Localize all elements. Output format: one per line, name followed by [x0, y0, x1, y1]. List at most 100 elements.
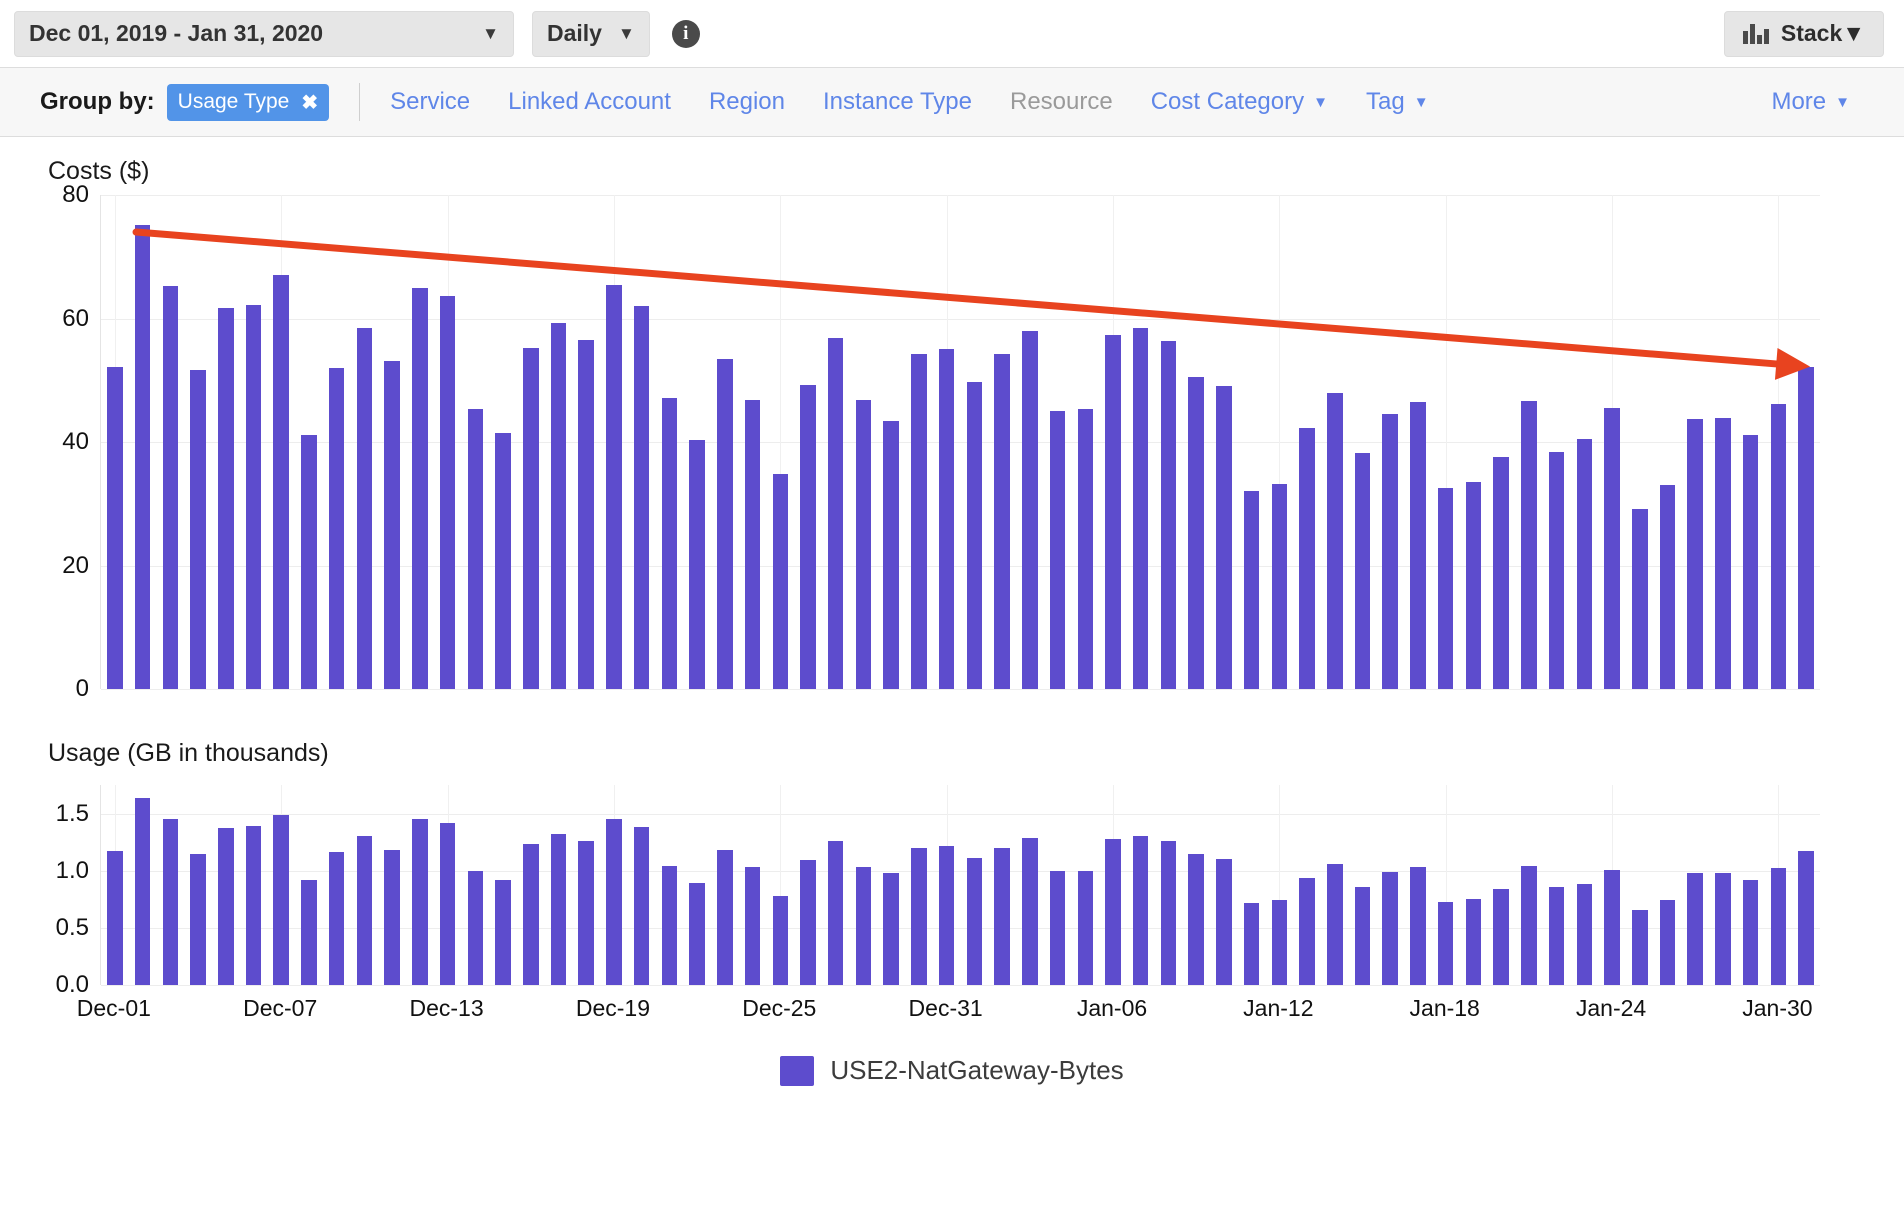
chart-bar[interactable] — [1327, 392, 1343, 689]
chart-bar[interactable] — [1632, 508, 1648, 689]
chart-bar[interactable] — [1493, 456, 1509, 689]
chart-bar[interactable] — [1798, 366, 1814, 689]
chart-bar[interactable] — [633, 305, 650, 689]
chart-bar[interactable] — [772, 895, 789, 985]
chart-bar[interactable] — [134, 797, 151, 985]
chart-bar[interactable] — [1576, 884, 1593, 985]
chart-bar[interactable] — [134, 224, 151, 689]
chart-bar[interactable] — [1715, 417, 1731, 689]
chart-bar[interactable] — [1327, 863, 1343, 985]
group-by-item-tag[interactable]: Tag ▼ — [1366, 88, 1429, 116]
chart-bar[interactable] — [911, 847, 927, 985]
chart-bar[interactable] — [966, 858, 983, 985]
chart-bar[interactable] — [938, 845, 955, 985]
chart-bar[interactable] — [1576, 438, 1593, 689]
granularity-selector[interactable]: Daily ▼ — [532, 10, 650, 57]
date-range-selector[interactable]: Dec 01, 2019 - Jan 31, 2020 ▼ — [14, 10, 514, 57]
chart-bar[interactable] — [1188, 853, 1204, 985]
chart-bar[interactable] — [1382, 413, 1398, 689]
chart-bar[interactable] — [273, 274, 289, 689]
chart-bar[interactable] — [855, 867, 872, 985]
chart-bar[interactable] — [1632, 909, 1648, 985]
chart-bar[interactable] — [1604, 869, 1620, 985]
chart-bar[interactable] — [606, 285, 622, 689]
chart-bar[interactable] — [1687, 418, 1703, 689]
chart-bar[interactable] — [800, 860, 816, 985]
chart-bar[interactable] — [661, 397, 678, 689]
chart-bar[interactable] — [1354, 886, 1371, 985]
chart-bar[interactable] — [1188, 376, 1204, 689]
chart-bar[interactable] — [245, 826, 262, 985]
chart-bar[interactable] — [1465, 481, 1482, 689]
chart-bar[interactable] — [467, 870, 484, 985]
chart-bar[interactable] — [717, 850, 733, 985]
chart-bar[interactable] — [1077, 409, 1094, 689]
chart-bar[interactable] — [1022, 837, 1038, 985]
chart-bar[interactable] — [1687, 873, 1703, 985]
chart-bar[interactable] — [107, 367, 123, 689]
chart-bar[interactable] — [966, 382, 983, 689]
chart-bar[interactable] — [1049, 411, 1066, 689]
chart-bar[interactable] — [883, 421, 899, 689]
chart-bar[interactable] — [1410, 402, 1426, 689]
chart-bar[interactable] — [522, 347, 539, 689]
chart-bar[interactable] — [328, 367, 345, 689]
chart-bar[interactable] — [1049, 870, 1066, 985]
chart-bar[interactable] — [1077, 870, 1094, 985]
chart-bar[interactable] — [1604, 408, 1620, 689]
group-by-item-linked-account[interactable]: Linked Account — [508, 88, 671, 116]
chart-bar[interactable] — [273, 814, 289, 985]
chart-bar[interactable] — [855, 400, 872, 689]
chart-bar[interactable] — [467, 409, 484, 689]
chart-bar[interactable] — [412, 819, 428, 985]
chart-bar[interactable] — [218, 828, 234, 985]
chart-bar[interactable] — [578, 841, 594, 985]
chart-bar[interactable] — [439, 296, 456, 689]
chart-bar[interactable] — [994, 354, 1010, 689]
chart-bar[interactable] — [495, 433, 511, 689]
chart-bar[interactable] — [1216, 859, 1232, 985]
chart-bar[interactable] — [1022, 330, 1038, 689]
chart-bar[interactable] — [1382, 871, 1398, 985]
chart-bar[interactable] — [190, 853, 206, 985]
chart-bar[interactable] — [1770, 404, 1787, 689]
chart-bar[interactable] — [1521, 400, 1537, 689]
chart-bar[interactable] — [1271, 900, 1288, 985]
chart-bar[interactable] — [1105, 838, 1121, 985]
chart-bar[interactable] — [1160, 340, 1177, 689]
close-icon[interactable]: ✖ — [301, 90, 318, 115]
chart-bar[interactable] — [1715, 873, 1731, 985]
chart-bar[interactable] — [911, 354, 927, 689]
chart-bar[interactable] — [162, 819, 179, 985]
group-by-more-button[interactable]: More ▼ — [1771, 88, 1850, 116]
chart-bar[interactable] — [1548, 886, 1565, 985]
chart-bar[interactable] — [1437, 901, 1454, 985]
chart-bar[interactable] — [1659, 900, 1676, 985]
chart-bar[interactable] — [550, 834, 567, 985]
group-by-chip-usage-type[interactable]: Usage Type ✖ — [166, 83, 330, 121]
chart-bar[interactable] — [1132, 836, 1149, 985]
chart-bar[interactable] — [994, 847, 1010, 985]
chart-bar[interactable] — [1243, 491, 1260, 689]
chart-bar[interactable] — [1299, 428, 1315, 689]
chart-bar[interactable] — [744, 867, 761, 985]
chart-bar[interactable] — [827, 841, 844, 985]
chart-bar[interactable] — [384, 850, 400, 985]
chart-bar[interactable] — [1216, 386, 1232, 689]
group-by-item-service[interactable]: Service — [390, 88, 470, 116]
chart-bar[interactable] — [495, 879, 511, 985]
chart-bar[interactable] — [1465, 899, 1482, 985]
chart-bar[interactable] — [301, 434, 317, 689]
chart-bar[interactable] — [1521, 866, 1537, 985]
chart-bar[interactable] — [661, 866, 678, 985]
chart-bar[interactable] — [717, 359, 733, 689]
chart-bar[interactable] — [1659, 485, 1676, 689]
group-by-item-instance-type[interactable]: Instance Type — [823, 88, 972, 116]
chart-bar[interactable] — [689, 439, 705, 689]
chart-bar[interactable] — [1132, 328, 1149, 689]
chart-bar[interactable] — [578, 340, 594, 689]
chart-bar[interactable] — [1770, 868, 1787, 985]
chart-bar[interactable] — [328, 852, 345, 985]
chart-bar[interactable] — [1742, 879, 1759, 985]
stack-button[interactable]: Stack ▼ — [1723, 10, 1884, 57]
